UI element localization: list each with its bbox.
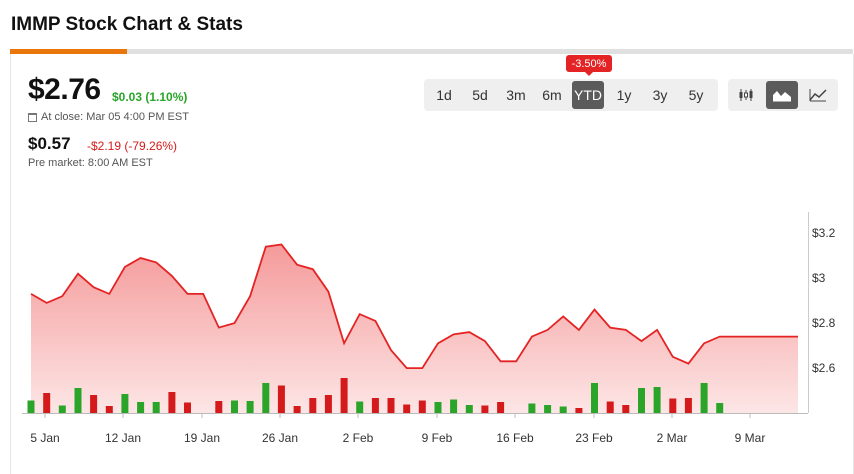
volume-bar: [43, 393, 51, 413]
x-tick-label: 9 Feb: [422, 431, 453, 445]
x-tick-label: 23 Feb: [575, 431, 613, 445]
volume-bar: [277, 385, 285, 413]
volume-bar: [152, 402, 160, 413]
volume-bar: [293, 406, 301, 413]
volume-bar: [465, 405, 473, 413]
volume-bar: [684, 398, 692, 413]
x-tick-label: 5 Jan: [30, 431, 59, 445]
volume-bar: [262, 383, 270, 413]
volume-bar: [606, 401, 614, 413]
volume-bar: [184, 402, 191, 413]
volume-bar: [371, 398, 379, 413]
volume-bar: [559, 406, 567, 413]
volume-bar: [356, 401, 364, 413]
volume-bar: [591, 383, 598, 413]
y-tick-label: $3.2: [812, 226, 836, 240]
volume-bar: [700, 383, 708, 413]
y-tick-label: $2.6: [812, 361, 836, 375]
x-tick-label: 16 Feb: [496, 431, 534, 445]
x-tick-label: 12 Jan: [105, 431, 141, 445]
volume-bar: [575, 408, 583, 413]
volume-bar: [638, 388, 645, 413]
volume-bar: [387, 398, 395, 413]
volume-bar: [434, 402, 442, 413]
volume-bar: [653, 387, 661, 413]
price-area: [31, 244, 798, 413]
x-tick-label: 19 Jan: [184, 431, 220, 445]
volume-bar: [716, 403, 724, 413]
volume-bar: [137, 402, 145, 413]
volume-bar: [58, 405, 66, 413]
volume-bar: [418, 400, 426, 413]
volume-bar: [450, 399, 458, 413]
x-tick-label: 2 Feb: [343, 431, 374, 445]
volume-bar: [121, 394, 129, 413]
volume-bar: [528, 403, 536, 413]
x-tick-label: 26 Jan: [262, 431, 298, 445]
volume-bar: [481, 405, 489, 413]
volume-bar: [622, 405, 630, 413]
y-tick-label: $2.8: [812, 316, 836, 330]
x-tick-label: 2 Mar: [657, 431, 688, 445]
volume-bar: [231, 400, 238, 413]
volume-bar: [340, 378, 348, 413]
volume-bar: [215, 401, 223, 413]
volume-bar: [74, 388, 82, 413]
volume-bar: [669, 398, 677, 413]
volume-bar: [90, 395, 98, 413]
volume-bar: [246, 401, 254, 413]
volume-bar: [403, 404, 411, 413]
price-chart: 5 Jan 12 Jan 19 Jan 26 Jan 2 Feb 9 Feb 16 Feb 2…: [22, 212, 836, 445]
volume-bar: [105, 406, 113, 413]
x-tick-label: 9 Mar: [735, 431, 766, 445]
volume-bar: [497, 402, 505, 413]
volume-bar: [27, 400, 35, 413]
volume-bar: [309, 398, 317, 413]
volume-bar: [168, 392, 176, 413]
y-tick-label: $3: [812, 271, 826, 285]
volume-bar: [544, 405, 552, 413]
volume-bar: [324, 395, 332, 413]
